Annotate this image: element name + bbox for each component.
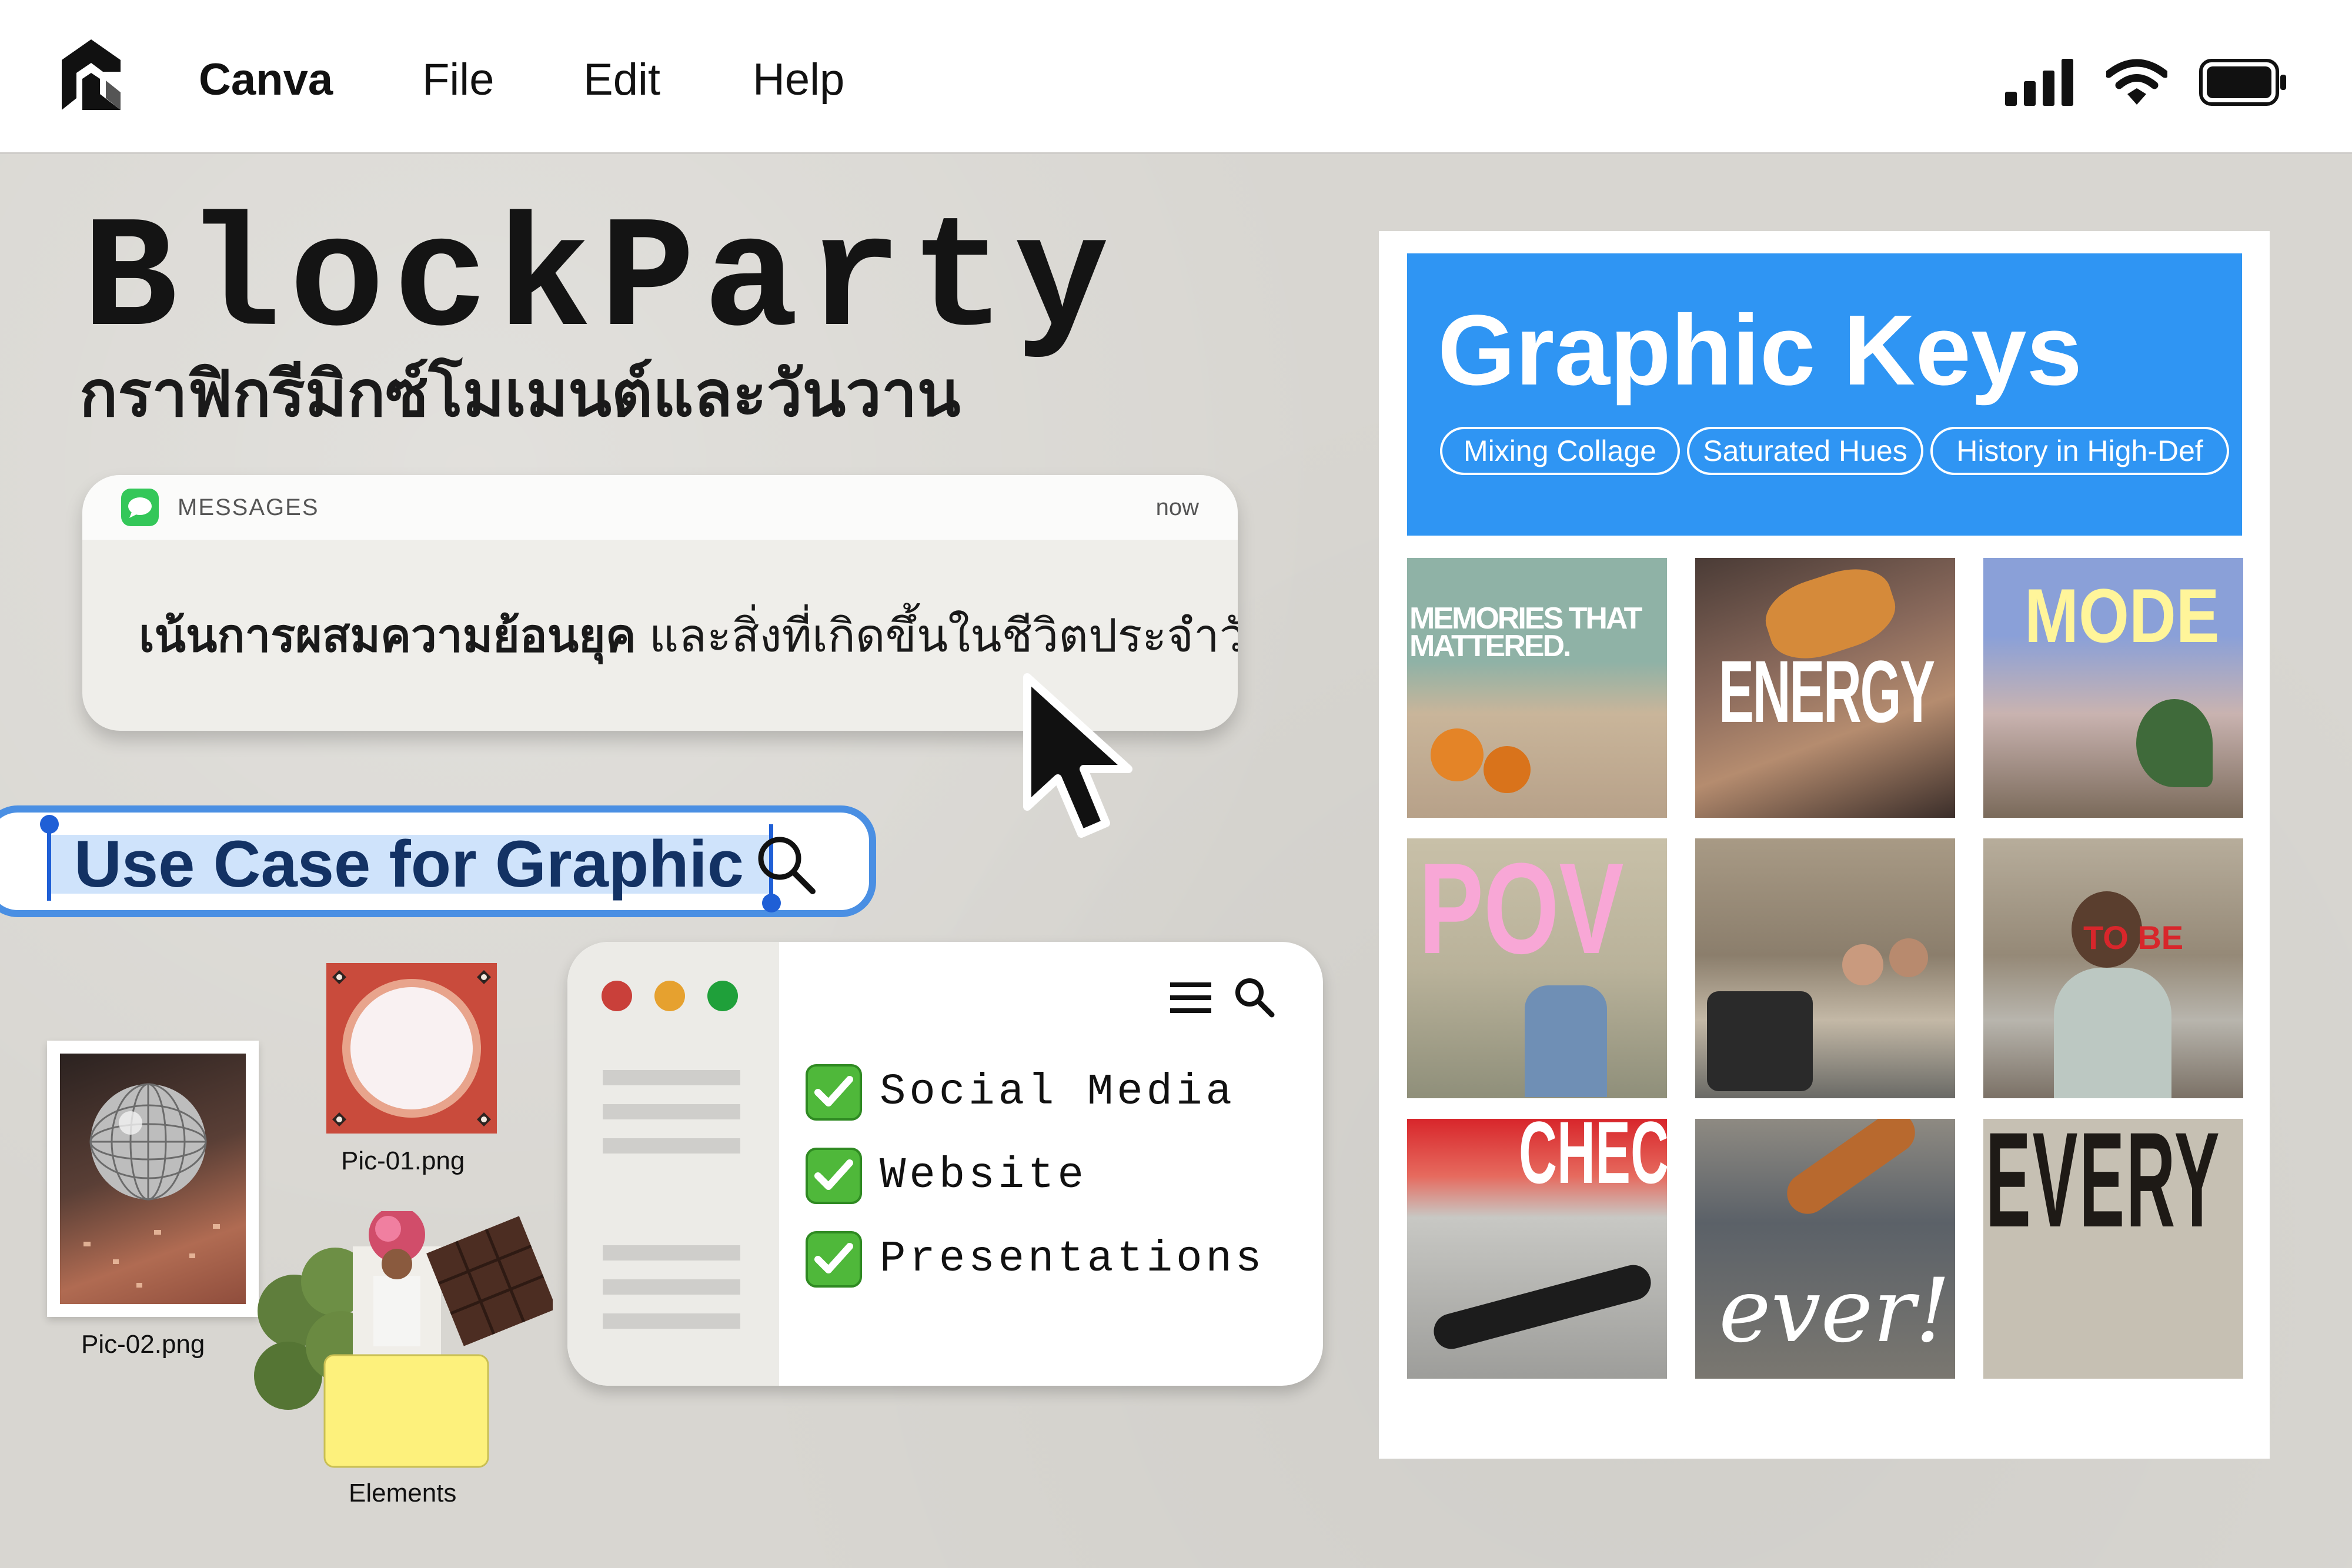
window-maximize-button[interactable]	[707, 981, 738, 1011]
search-bar[interactable]: Use Case for Graphic	[0, 805, 876, 917]
graphic-keys-title: Graphic Keys	[1438, 295, 2083, 406]
notification-app-name: MESSAGES	[178, 494, 319, 520]
face-shape	[1889, 938, 1928, 977]
checkmark-icon	[806, 1064, 862, 1121]
graphic-tile-1-text: MEMORIES THAT MATTERED.	[1409, 601, 1642, 663]
file-pic-01-label: Pic-01.png	[341, 1146, 465, 1175]
hamburger-menu-icon[interactable]	[1170, 980, 1211, 1015]
sticky-note-element	[323, 1354, 489, 1468]
window-close-button[interactable]	[602, 981, 632, 1011]
person-shape	[1525, 985, 1607, 1097]
notification-message-rest: และสิ่งที่เกิดขึ้นในชีวิตประจำวัน	[649, 609, 1238, 663]
cellular-signal-icon	[2005, 59, 2073, 106]
menu-bar: Canva File Edit Help	[0, 0, 2352, 154]
orange-shape	[1484, 746, 1531, 793]
appliance-shape	[1707, 991, 1813, 1091]
mouse-pointer-icon	[1023, 673, 1132, 838]
orange-shape	[1431, 728, 1484, 781]
graphic-tile-9-text: EVERY PI	[1986, 1119, 2243, 1255]
checklist-item-label: Presentations	[880, 1235, 1265, 1284]
selection-start-handle[interactable]	[47, 824, 51, 901]
elements-folder[interactable]	[247, 1211, 553, 1487]
tag-mixing-collage[interactable]: Mixing Collage	[1440, 427, 1680, 475]
disco-ball-image	[60, 1054, 246, 1304]
search-input[interactable]: Use Case for Graphic	[48, 831, 770, 897]
graphic-tile-2-text: ENERGY	[1719, 642, 1935, 741]
graphic-tile-3-text: MODE	[2024, 573, 2220, 658]
tag-saturated-hues[interactable]: Saturated Hues	[1687, 427, 1923, 475]
messages-app-icon	[121, 489, 159, 526]
person-with-flowers-element	[353, 1211, 441, 1358]
graphic-tile-6-text: TO BE	[2083, 919, 2184, 956]
graphic-tile-5[interactable]	[1695, 838, 1955, 1098]
elements-label: Elements	[349, 1479, 457, 1507]
checkmark-icon	[806, 1148, 862, 1204]
browser-sidebar	[567, 942, 779, 1386]
chocolate-bar-element	[426, 1216, 553, 1346]
sidebar-placeholder-line	[603, 1245, 740, 1261]
hairbrush-shape	[1779, 1119, 1923, 1222]
graphic-keys-header: Graphic Keys Mixing Collage Saturated Hu…	[1407, 253, 2242, 536]
checklist-item-social-media: Social Media	[806, 1064, 1235, 1121]
sidebar-placeholder-line	[603, 1138, 740, 1154]
graphic-tile-6[interactable]: TO BE	[1983, 838, 2243, 1098]
graphic-tile-7-text: CHECK	[1519, 1119, 1667, 1202]
graphic-tile-9[interactable]: EVERY PI	[1983, 1119, 2243, 1379]
checkmark-icon	[806, 1231, 862, 1288]
file-pic-02-label: Pic-02.png	[81, 1330, 205, 1359]
battery-icon	[2199, 59, 2286, 106]
sidebar-placeholder-line	[603, 1279, 740, 1295]
notification-header: MESSAGES now	[82, 475, 1238, 540]
menu-app-canva[interactable]: Canva	[199, 58, 333, 102]
tag-history-in-high-def[interactable]: History in High-Def	[1930, 427, 2229, 475]
search-icon[interactable]	[754, 833, 818, 897]
sidebar-placeholder-line	[603, 1104, 740, 1119]
notification-message-bold: เน้นการผสมความย้อนยุค	[139, 609, 636, 663]
sidebar-placeholder-line	[603, 1313, 740, 1329]
checklist-item-website: Website	[806, 1148, 1087, 1204]
graphic-tile-3[interactable]: MODE	[1983, 558, 2243, 818]
graphic-tile-7[interactable]: CHECK	[1407, 1119, 1667, 1379]
window-minimize-button[interactable]	[654, 981, 685, 1011]
menu-file[interactable]: File	[422, 58, 494, 102]
leaf-shape	[2136, 699, 2213, 787]
checklist-item-label: Social Media	[880, 1068, 1235, 1117]
selection-start-dot[interactable]	[40, 815, 59, 834]
graphic-tile-1[interactable]: MEMORIES THAT MATTERED.	[1407, 558, 1667, 818]
file-pic-02-thumbnail[interactable]	[47, 1041, 259, 1317]
browser-window[interactable]: Social Media Website Presentations	[567, 942, 1323, 1386]
search-icon[interactable]	[1233, 976, 1275, 1018]
page-subtitle: กราฟิกรีมิกซ์โมเมนต์และวันวาน	[79, 357, 961, 431]
graphic-tile-8[interactable]: ever!	[1695, 1119, 1955, 1379]
menu-edit[interactable]: Edit	[583, 58, 660, 102]
app-logo-icon[interactable]	[56, 36, 126, 116]
person-shape	[2054, 968, 2171, 1098]
checklist-item-presentations: Presentations	[806, 1231, 1265, 1288]
sidebar-placeholder-line	[603, 1070, 740, 1085]
file-pic-01-thumbnail[interactable]	[326, 963, 497, 1134]
graphic-tile-4-text: POV	[1419, 838, 1624, 981]
face-shape	[1842, 944, 1883, 985]
wifi-icon	[2106, 59, 2167, 105]
shadow-shape	[1429, 1261, 1655, 1353]
graphic-tile-8-text: ever!	[1719, 1260, 1951, 1362]
menu-help[interactable]: Help	[753, 58, 844, 102]
page-title: BlockParty	[82, 192, 1118, 372]
status-icons	[2005, 56, 2287, 109]
graphic-tile-4[interactable]: POV	[1407, 838, 1667, 1098]
notification-time: now	[1155, 494, 1199, 520]
graphic-keys-panel: Graphic Keys Mixing Collage Saturated Hu…	[1379, 231, 2270, 1459]
checklist-item-label: Website	[880, 1151, 1087, 1201]
graphic-tile-2[interactable]: ENERGY	[1695, 558, 1955, 818]
